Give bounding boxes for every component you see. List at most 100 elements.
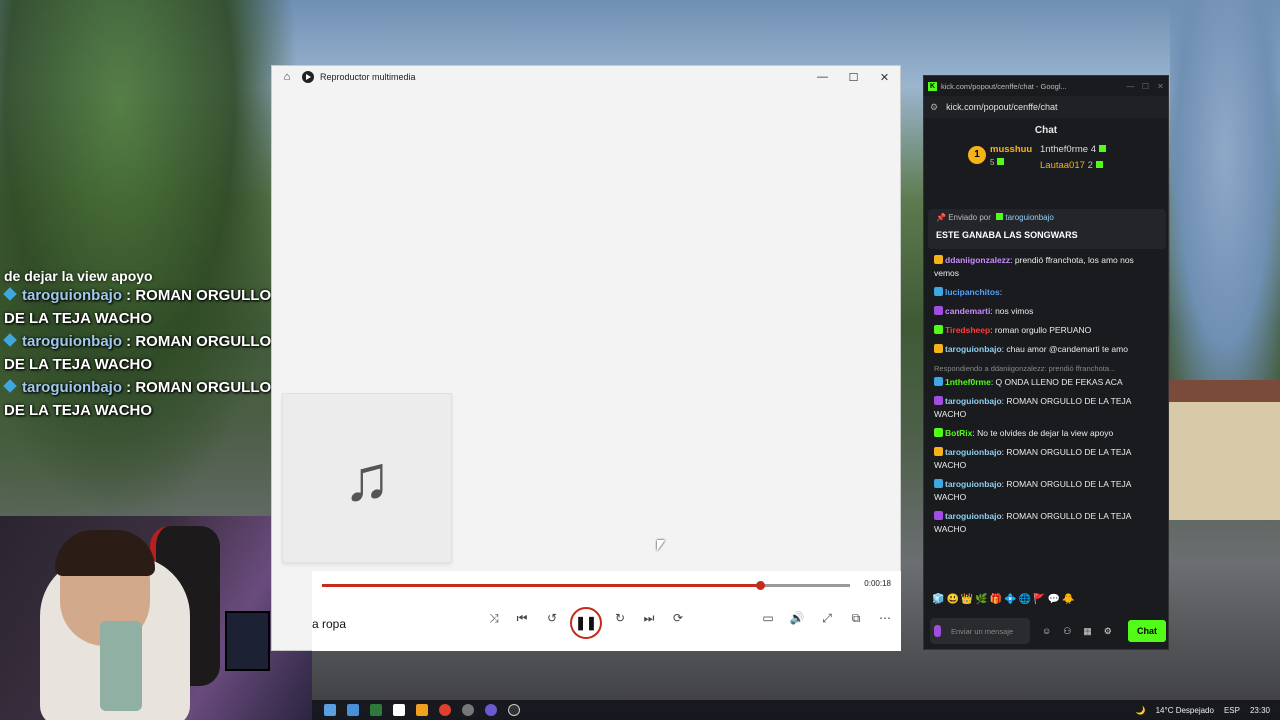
app-icon[interactable] bbox=[462, 704, 474, 716]
site-settings-icon[interactable]: ⚙ bbox=[930, 102, 938, 113]
address-bar[interactable]: ⚙ kick.com/popout/cenffe/chat bbox=[924, 96, 1168, 118]
microphone-icon[interactable] bbox=[934, 625, 941, 637]
app-icon[interactable] bbox=[393, 704, 405, 716]
seek-bar[interactable] bbox=[322, 581, 850, 590]
reply-context: Respondiendo a ddaniigonzalezz: prendió … bbox=[934, 364, 1116, 373]
app-icon[interactable] bbox=[485, 704, 497, 716]
seek-bar-fill bbox=[322, 584, 761, 587]
chat-username[interactable]: 1nthef0rme bbox=[945, 377, 991, 387]
chat-username[interactable]: lucipanchitos bbox=[945, 287, 1000, 297]
maximize-button[interactable]: ☐ bbox=[1138, 82, 1153, 91]
fullscreen-icon[interactable]: ⤢ bbox=[817, 611, 837, 626]
chat-message[interactable]: taroguionbajo: ROMAN ORGULLO DE LA TEJA … bbox=[934, 510, 1159, 536]
background-sky bbox=[1170, 0, 1280, 380]
chat-username[interactable]: Tiredsheep bbox=[945, 325, 990, 335]
window-controls: — ☐ ✕ bbox=[807, 71, 900, 84]
chat-username[interactable]: taroguionbajo bbox=[945, 479, 1002, 489]
chat-username[interactable]: ddaniigonzalezz bbox=[945, 255, 1010, 265]
pinned-by: 📌 Enviado por taroguionbajo bbox=[936, 213, 1054, 222]
chat-message[interactable]: lucipanchitos: bbox=[934, 286, 1159, 299]
pause-icon: ❚❚ bbox=[575, 615, 597, 630]
language-indicator[interactable]: ESP bbox=[1224, 706, 1240, 715]
chat-text: : No te olvides de dejar la view apoyo bbox=[972, 428, 1114, 438]
miniplayer-icon[interactable]: ▭ bbox=[758, 611, 778, 625]
chat-message[interactable]: ddaniigonzalezz: prendió ffranchota, los… bbox=[934, 254, 1159, 280]
taskbar: 🌙 14°C Despejado ESP 23:30 bbox=[312, 700, 1280, 720]
pause-button[interactable]: ❚❚ bbox=[570, 607, 602, 639]
close-button[interactable]: ✕ bbox=[869, 71, 900, 84]
chat-message[interactable]: taroguionbajo: ROMAN ORGULLO DE LA TEJA … bbox=[934, 446, 1159, 472]
minimize-button[interactable]: — bbox=[807, 71, 838, 84]
previous-track-icon[interactable]: ⏮ bbox=[512, 611, 532, 626]
leader-user[interactable]: 1nthef0rme 4 bbox=[1040, 144, 1106, 155]
track-title: a ropa bbox=[312, 617, 347, 631]
media-player-window: ⌂ Reproductor multimedia — ☐ ✕ ♫ 0:00:18… bbox=[271, 65, 901, 651]
users-icon[interactable]: ⚇ bbox=[1063, 626, 1071, 637]
leader-user[interactable]: Lautaa017 2 bbox=[1040, 160, 1103, 171]
chat-username[interactable]: candemarti bbox=[945, 306, 990, 316]
store-icon[interactable]: ▦ bbox=[1083, 626, 1092, 637]
mouse-cursor bbox=[657, 540, 665, 551]
emoji-icon[interactable]: ☺ bbox=[1042, 626, 1051, 637]
app-icon[interactable] bbox=[416, 704, 428, 716]
chat-window-title: kick.com/popout/cenffe/chat - Googl... bbox=[941, 81, 1067, 91]
settings-icon[interactable]: ⚙ bbox=[1104, 626, 1112, 637]
leaderboard: 1 musshuu 5 1nthef0rme 4 Lautaa017 2 bbox=[924, 142, 1168, 182]
chat-username[interactable]: BotRix bbox=[945, 428, 972, 438]
seek-bar-thumb[interactable] bbox=[756, 581, 766, 590]
chat-header: Chat bbox=[1034, 124, 1058, 136]
next-track-icon[interactable]: ⏭ bbox=[639, 611, 659, 626]
chat-message[interactable]: Respondiendo a ddaniigonzalezz: prendió … bbox=[934, 362, 1159, 389]
send-chat-button[interactable]: Chat bbox=[1128, 620, 1166, 642]
more-options-icon[interactable]: ⋯ bbox=[875, 611, 895, 625]
app-icon[interactable] bbox=[347, 704, 359, 716]
chat-username[interactable]: taroguionbajo bbox=[945, 511, 1002, 521]
leader-count: 5 bbox=[990, 158, 1005, 167]
shuffle-icon[interactable]: ⤨ bbox=[484, 611, 504, 626]
chat-message[interactable]: taroguionbajo: ROMAN ORGULLO DE LA TEJA … bbox=[934, 395, 1159, 421]
chat-window-titlebar: K kick.com/popout/cenffe/chat - Googl...… bbox=[924, 76, 1168, 96]
file-explorer-icon[interactable] bbox=[324, 704, 336, 716]
chat-username[interactable]: taroguionbajo bbox=[945, 396, 1002, 406]
repeat-icon[interactable]: ⟳ bbox=[668, 611, 688, 625]
user-badge-icon bbox=[934, 377, 943, 386]
chat-message-list: ddaniigonzalezz: prendió ffranchota, los… bbox=[934, 254, 1159, 542]
cube-badge-icon bbox=[3, 333, 17, 347]
streamer-hair bbox=[55, 530, 155, 576]
maximize-button[interactable]: ☐ bbox=[838, 71, 869, 84]
media-player-taskbar-icon[interactable] bbox=[508, 704, 520, 716]
chat-message[interactable]: candemarti: nos vimos bbox=[934, 305, 1159, 318]
chat-message[interactable]: taroguionbajo: chau amor @candemarti te … bbox=[934, 343, 1159, 356]
skip-forward-30-icon[interactable]: ↻ bbox=[610, 611, 630, 625]
chat-message[interactable]: BotRix: No te olvides de dejar la view a… bbox=[934, 427, 1159, 440]
home-icon[interactable]: ⌂ bbox=[272, 71, 302, 83]
kick-chat-window: K kick.com/popout/cenffe/chat - Googl...… bbox=[923, 75, 1169, 650]
background-house bbox=[1160, 380, 1280, 520]
chat-message[interactable]: taroguionbajo: ROMAN ORGULLO DE LA TEJA … bbox=[934, 478, 1159, 504]
overlay-message: taroguionbajo : ROMAN ORGULLO DE LA TEJA… bbox=[3, 379, 272, 419]
emote-bar[interactable]: 🧊😃👑🌿🎁💠🌐🚩💬🐥 bbox=[932, 594, 1077, 605]
weather-text[interactable]: 14°C Despejado bbox=[1156, 706, 1214, 715]
cast-icon[interactable]: ⧉ bbox=[846, 611, 866, 626]
user-badge-icon bbox=[934, 287, 943, 296]
app-icon[interactable] bbox=[370, 704, 382, 716]
chrome-icon[interactable] bbox=[439, 704, 451, 716]
chat-input[interactable]: Enviar un mensaje bbox=[930, 618, 1030, 644]
weather-icon: 🌙 bbox=[1135, 705, 1146, 715]
chat-text: : Q ONDA LLENO DE FEKAS ACA bbox=[990, 377, 1123, 387]
leader-user[interactable]: musshuu bbox=[990, 144, 1032, 155]
pinned-message[interactable]: 📌 Enviado por taroguionbajo ESTE GANABA … bbox=[928, 209, 1166, 249]
minimize-button[interactable]: — bbox=[1123, 82, 1138, 91]
player-titlebar: ⌂ Reproductor multimedia — ☐ ✕ bbox=[272, 66, 900, 88]
user-badge-icon bbox=[934, 396, 943, 405]
skip-back-10-icon[interactable]: ↺ bbox=[542, 611, 562, 625]
chat-username[interactable]: taroguionbajo bbox=[945, 447, 1002, 457]
chat-message[interactable]: Tiredsheep: roman orgullo PERUANO bbox=[934, 324, 1159, 337]
close-button[interactable]: ✕ bbox=[1153, 82, 1168, 91]
media-player-app-icon bbox=[302, 71, 314, 83]
volume-icon[interactable]: 🔊 bbox=[787, 611, 807, 625]
chat-username[interactable]: taroguionbajo bbox=[945, 344, 1002, 354]
url-text: kick.com/popout/cenffe/chat bbox=[946, 102, 1058, 112]
clock[interactable]: 23:30 bbox=[1250, 706, 1270, 715]
user-badge-icon bbox=[934, 344, 943, 353]
